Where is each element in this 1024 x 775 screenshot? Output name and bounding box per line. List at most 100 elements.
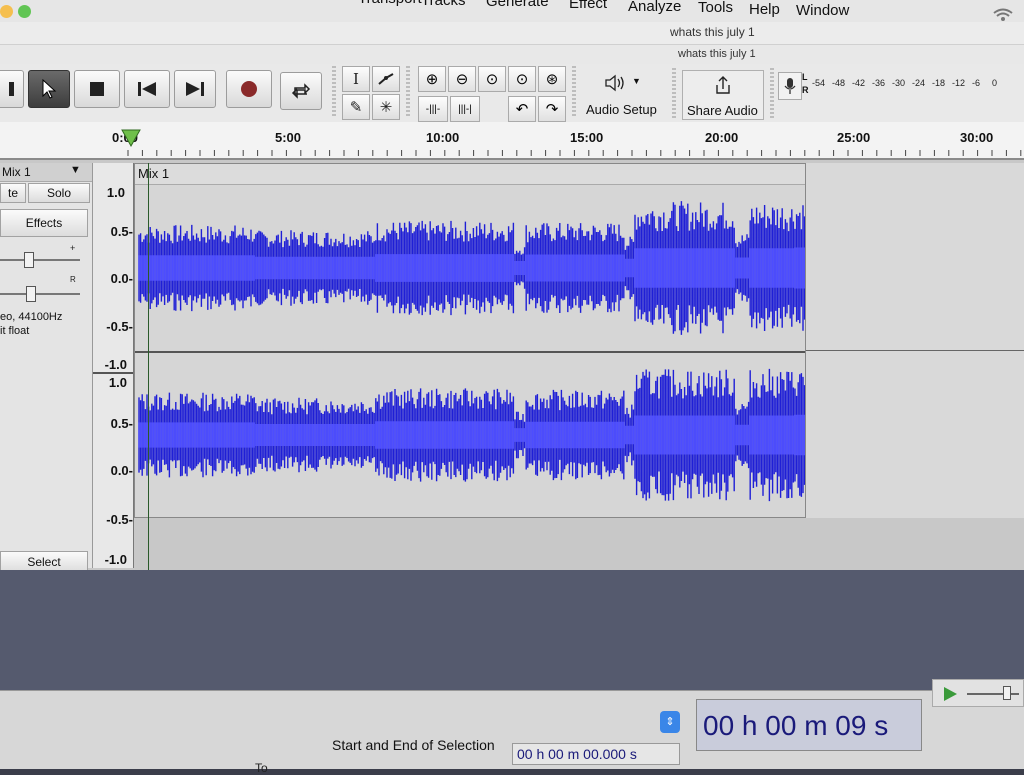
waveform-left-channel[interactable] <box>135 185 805 351</box>
share-icon <box>716 76 730 94</box>
skip-end-icon <box>186 82 204 96</box>
pan-slider-thumb[interactable] <box>26 286 36 302</box>
menu-window[interactable]: Window <box>796 2 849 24</box>
track-name-menu[interactable]: Mix 1 ▼ <box>0 163 92 182</box>
microphone-button[interactable] <box>778 72 802 100</box>
toolbar-grip[interactable] <box>406 66 410 118</box>
audio-setup-label: Audio Setup <box>586 102 657 117</box>
undo-button[interactable]: ↶ <box>508 96 536 122</box>
ruler-label: 10:00 <box>426 130 460 145</box>
redo-icon: ↷ <box>545 101 559 118</box>
zoom-in-button[interactable]: ⊕ <box>418 66 446 92</box>
menu-tracks[interactable]: Tracks <box>421 0 465 14</box>
i-beam-icon: I <box>353 70 359 88</box>
playback-speed-thumb[interactable] <box>1003 686 1011 700</box>
loop-button[interactable] <box>280 72 322 110</box>
play-at-speed-toolbar <box>932 679 1024 707</box>
timeline-ruler[interactable]: 0:00 5:00 10:00 15:00 20:00 25:00 30:00 <box>0 122 1024 160</box>
window-title: whats this july 1 <box>670 25 755 39</box>
audio-clip[interactable]: Mix 1 <box>134 163 806 518</box>
waveform-right-channel[interactable] <box>135 353 805 517</box>
selection-tool-button[interactable]: I <box>342 66 370 92</box>
pencil-icon: ✎ <box>349 99 363 116</box>
stop-button[interactable] <box>74 70 120 108</box>
toolbar-grip[interactable] <box>672 68 676 120</box>
time-display[interactable]: 00 h 00 m 09 s <box>696 699 922 751</box>
zoom-toggle-button[interactable]: ⊛ <box>538 66 566 92</box>
menu-tools[interactable]: Tools <box>698 0 733 21</box>
record-icon <box>241 81 257 97</box>
project-title-bar: whats this july 1 <box>0 45 1024 65</box>
effects-button[interactable]: Effects <box>0 209 88 237</box>
selection-toolbar: To Start and End of Selection ⇕ 00 h 00 … <box>0 679 1024 775</box>
meter-tick-label: -48 <box>832 78 846 88</box>
gain-slider-thumb[interactable] <box>24 252 34 268</box>
menu-effect[interactable]: Effect <box>569 0 607 17</box>
toolbar-grip[interactable] <box>770 68 774 120</box>
playback-speed-slider[interactable] <box>967 693 1019 695</box>
meter-tick-label: -6 <box>972 78 981 88</box>
track-name: Mix 1 <box>2 165 31 179</box>
fit-project-icon: ⊙ <box>515 71 529 88</box>
time-display-value: 00 h 00 m 09 s <box>703 710 889 741</box>
skip-to-end-button[interactable] <box>174 70 216 108</box>
scale-label: 0.5- <box>110 224 133 239</box>
gain-slider-track[interactable] <box>0 259 80 261</box>
zoom-window-button[interactable] <box>18 5 31 18</box>
menu-help[interactable]: Help <box>749 1 780 23</box>
toolbar: I ✎ ✳ ⊕ ⊖ ⊙ ⊙ ⊛ -|||- |||-| ↶ ↷ ▼ Audio … <box>0 64 1024 123</box>
envelope-tool-button[interactable] <box>372 66 400 92</box>
microphone-icon <box>784 78 796 94</box>
toolbar-grip[interactable] <box>572 66 576 118</box>
toolbar-grip[interactable] <box>332 66 336 118</box>
draw-tool-button[interactable]: ✎ <box>342 94 370 120</box>
pause-icon <box>8 82 14 96</box>
fit-project-button[interactable]: ⊙ <box>508 66 536 92</box>
scale-label: -0.5- <box>106 512 133 527</box>
meter-tick-label: -42 <box>852 78 866 88</box>
track-control-panel[interactable]: Mix 1 ▼ te Solo Effects + R eo, 44100Hz … <box>0 163 93 573</box>
redo-button[interactable]: ↷ <box>538 96 566 122</box>
scale-label: -0.5- <box>106 319 133 334</box>
pause-button[interactable] <box>0 70 24 108</box>
zoom-toggle-icon: ⊛ <box>545 71 559 88</box>
fit-selection-icon: ⊙ <box>485 71 499 88</box>
audio-setup-button[interactable]: ▼ Audio Setup <box>580 68 668 120</box>
selection-mode-label: Start and End of Selection <box>332 737 495 753</box>
trim-audio-button[interactable]: -|||- <box>418 96 448 122</box>
recording-meter[interactable]: -54 -48 -42 -36 -30 -24 -18 -12 -6 0 <box>812 78 1022 92</box>
scale-label: -1.0 <box>104 552 127 567</box>
empty-track-region[interactable] <box>806 163 1024 518</box>
meter-tick-label: -30 <box>892 78 906 88</box>
play-at-speed-button[interactable] <box>939 684 961 704</box>
zoom-out-button[interactable]: ⊖ <box>448 66 476 92</box>
gain-plus-label: + <box>70 243 76 253</box>
multi-tool-button[interactable]: ✳ <box>372 94 400 120</box>
meter-tick-label: -24 <box>912 78 926 88</box>
scale-label: 0.5- <box>110 416 133 431</box>
undo-icon: ↶ <box>515 101 529 118</box>
share-audio-label: Share Audio <box>687 103 758 118</box>
select-tool-button[interactable] <box>28 70 70 108</box>
selection-start-time[interactable]: 00 h 00 m 00.000 s <box>512 743 680 765</box>
menu-analyze[interactable]: Analyze <box>628 0 681 20</box>
share-audio-button[interactable]: Share Audio <box>682 70 764 120</box>
mute-button[interactable]: te <box>0 183 26 203</box>
playhead-marker-icon[interactable] <box>120 128 142 150</box>
fit-selection-button[interactable]: ⊙ <box>478 66 506 92</box>
solo-button[interactable]: Solo <box>28 183 90 203</box>
amplitude-scale[interactable]: 1.0 0.5- 0.0- -0.5- -1.0 1.0 0.5- 0.0- -… <box>93 163 134 568</box>
selection-mode-dropdown[interactable]: ⇕ <box>660 711 680 733</box>
meter-left-channel: L <box>802 72 808 82</box>
menu-transport[interactable]: Transport <box>358 0 422 12</box>
minimize-window-button[interactable] <box>0 5 13 18</box>
silence-audio-button[interactable]: |||-| <box>450 96 480 122</box>
chevron-down-icon: ▼ <box>70 164 81 176</box>
menu-generate[interactable]: Generate <box>486 0 549 15</box>
asterisk-icon: ✳ <box>379 99 393 116</box>
record-button[interactable] <box>226 70 272 108</box>
pan-slider-track[interactable] <box>0 293 80 295</box>
clip-title-bar[interactable]: Mix 1 <box>135 164 805 185</box>
empty-project-area[interactable] <box>0 570 1024 690</box>
skip-to-start-button[interactable] <box>124 70 170 108</box>
